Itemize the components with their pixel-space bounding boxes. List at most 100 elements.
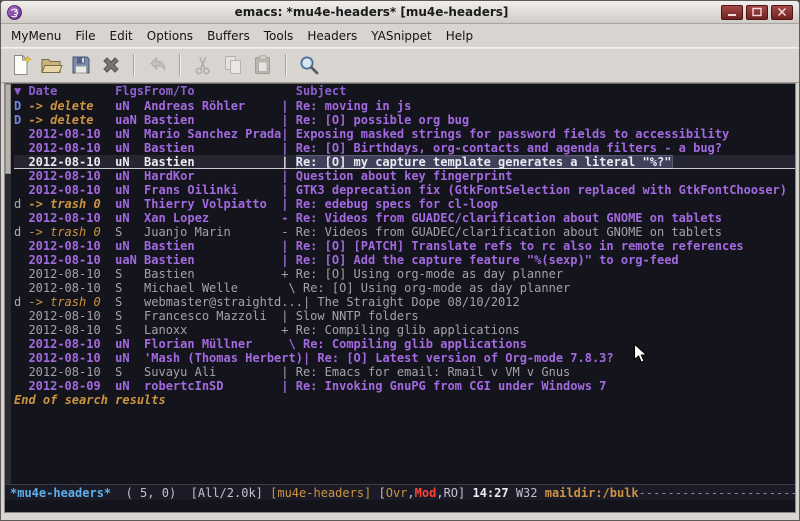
cut-button[interactable] — [188, 50, 218, 80]
row-subject: Slow NNTP folders — [296, 309, 795, 323]
modeline-overwrite-flag: Ovr — [386, 486, 408, 500]
row-from: Mario Sanchez Prada — [144, 127, 281, 141]
headers-buffer[interactable]: ▼ Date Flgs From/To Subject D -> delete … — [11, 84, 795, 484]
menu-item-tools[interactable]: Tools — [257, 26, 301, 46]
row-mark — [14, 309, 28, 323]
search-button[interactable] — [294, 50, 324, 80]
message-row[interactable]: d -> trash 0 uN Thierry Volpiatto | Re: … — [14, 197, 795, 211]
row-subject: Re: [O] my capture template generates a … — [296, 155, 674, 169]
row-date: 2012-08-10 — [28, 323, 115, 337]
open-file-button[interactable] — [36, 50, 66, 80]
menu-item-file[interactable]: File — [68, 26, 102, 46]
message-row[interactable]: d -> trash 0 S webmaster@straightd... | … — [14, 295, 795, 309]
row-subject: Re: [O] Add the capture feature "%(sexp)… — [296, 253, 795, 267]
row-flags: S — [115, 281, 144, 295]
row-subject: Re: [O] Latest version of Org-mode 7.8.3… — [317, 351, 795, 365]
message-row[interactable]: D -> delete uN Andreas Röhler | Re: movi… — [14, 99, 795, 113]
modeline-major-mode[interactable]: [mu4e-headers] — [270, 486, 378, 500]
menu-item-options[interactable]: Options — [140, 26, 200, 46]
row-thread-char: | — [281, 113, 295, 127]
message-row[interactable]: 2012-08-10 uN Mario Sanchez Prada | Expo… — [14, 127, 795, 141]
message-row[interactable]: 2012-08-10 uN Bastien | Re: [O] Birthday… — [14, 141, 795, 155]
save-button[interactable] — [66, 50, 96, 80]
toolbar-separator — [285, 54, 287, 76]
menu-item-help[interactable]: Help — [439, 26, 480, 46]
minimize-button[interactable] — [721, 5, 743, 20]
menu-item-headers[interactable]: Headers — [300, 26, 364, 46]
close-button[interactable] — [771, 5, 793, 20]
message-row[interactable]: 2012-08-10 S Suvayu Ali | Re: Emacs for … — [14, 365, 795, 379]
modeline-modified-flag[interactable]: Mod — [415, 486, 437, 500]
row-from: Bastien — [144, 113, 281, 127]
paste-icon — [251, 53, 275, 77]
column-date[interactable]: Date — [28, 84, 115, 99]
toolbar-separator — [179, 54, 181, 76]
copy-button[interactable] — [218, 50, 248, 80]
row-thread-char: + — [281, 267, 295, 281]
row-thread-char: | — [281, 365, 295, 379]
row-thread-char: - — [281, 225, 295, 239]
message-row[interactable]: 2012-08-10 uN Bastien | Re: [O] [PATCH] … — [14, 239, 795, 253]
message-row[interactable]: 2012-08-09 uN robertcInSD | Re: Invoking… — [14, 379, 795, 393]
emacs-frame: ▼ Date Flgs From/To Subject D -> delete … — [4, 83, 796, 513]
close-buffer-button[interactable] — [96, 50, 126, 80]
titlebar[interactable]: emacs: *mu4e-headers* [mu4e-headers] — [1, 1, 799, 24]
row-from: Juanjo Marin — [144, 225, 281, 239]
row-mark — [14, 183, 28, 197]
column-flags[interactable]: Flgs — [115, 84, 144, 99]
emacs-icon — [7, 5, 22, 20]
message-row[interactable]: 2012-08-10 uN HardKor | Question about k… — [14, 169, 795, 183]
row-mark: d — [14, 197, 28, 211]
message-row[interactable]: 2012-08-10 uN Florian Müllner \ Re: Comp… — [14, 337, 795, 351]
row-flags: uN — [115, 337, 144, 351]
copy-icon — [221, 53, 245, 77]
message-row[interactable]: 2012-08-10 uN Xan Lopez - Re: Videos fro… — [14, 211, 795, 225]
row-thread-char: \ — [281, 281, 303, 295]
mode-line: *mu4e-headers* ( 5, 0) [All/2.0k] [mu4e-… — [5, 484, 795, 500]
echo-area[interactable] — [5, 500, 795, 512]
message-row[interactable]: 2012-08-10 uN Bastien | Re: [O] my captu… — [14, 155, 795, 169]
row-subject: Re: Videos from GUADEC/clarification abo… — [296, 211, 795, 225]
row-date: 2012-08-10 — [28, 155, 115, 169]
message-row[interactable]: 2012-08-10 uN 'Mash (Thomas Herbert) | R… — [14, 351, 795, 365]
cut-icon — [191, 53, 215, 77]
message-row[interactable]: 2012-08-10 S Francesco Mazzoli | Slow NN… — [14, 309, 795, 323]
row-thread-char: \ — [281, 337, 303, 351]
message-row[interactable]: 2012-08-10 S Michael Welle \ Re: [O] Usi… — [14, 281, 795, 295]
message-row[interactable]: 2012-08-10 uN Frans Oilinki | GTK3 depre… — [14, 183, 795, 197]
message-row[interactable]: 2012-08-10 uaN Bastien | Re: [O] Add the… — [14, 253, 795, 267]
row-subject: Re: Videos from GUADEC/clarification abo… — [296, 225, 795, 239]
modeline-window-id: W32 — [509, 486, 545, 500]
message-row[interactable]: D -> delete uaN Bastien | Re: [O] possib… — [14, 113, 795, 127]
menu-item-yasnippet[interactable]: YASnippet — [364, 26, 439, 46]
paste-button[interactable] — [248, 50, 278, 80]
menu-item-buffers[interactable]: Buffers — [200, 26, 257, 46]
modeline-buffer-name[interactable]: *mu4e-headers* — [10, 486, 111, 500]
message-row[interactable]: 2012-08-10 S Bastien + Re: [O] Using org… — [14, 267, 795, 281]
modeline-bracket: ] — [458, 486, 472, 500]
row-flags: uN — [115, 183, 144, 197]
row-flags: uN — [115, 379, 144, 393]
row-from: Florian Müllner — [144, 337, 281, 351]
undo-button[interactable] — [142, 50, 172, 80]
menu-bar: MyMenuFileEditOptionsBuffersToolsHeaders… — [1, 24, 799, 47]
message-row[interactable]: 2012-08-10 S Lanoxx + Re: Compiling glib… — [14, 323, 795, 337]
row-mark: D — [14, 113, 28, 127]
row-flags: uN — [115, 169, 144, 183]
modeline-readonly-flag[interactable]: RO — [444, 486, 458, 500]
row-subject: Re: edebug specs for cl-loop — [296, 197, 795, 211]
row-from: Bastien — [144, 155, 281, 169]
row-mark — [14, 267, 28, 281]
row-thread-char: | — [303, 295, 317, 309]
new-file-button[interactable] — [6, 50, 36, 80]
message-row[interactable]: d -> trash 0 S Juanjo Marin - Re: Videos… — [14, 225, 795, 239]
maximize-icon — [751, 7, 763, 17]
row-subject: Re: [O] Using org-mode as day planner — [303, 281, 795, 295]
column-from[interactable]: From/To — [144, 84, 281, 99]
menu-item-edit[interactable]: Edit — [103, 26, 140, 46]
maximize-button[interactable] — [746, 5, 768, 20]
row-subject: Re: moving in js — [296, 99, 795, 113]
menu-item-mymenu[interactable]: MyMenu — [4, 26, 68, 46]
new-file-icon — [9, 53, 33, 77]
column-subject[interactable]: Subject — [296, 84, 795, 99]
